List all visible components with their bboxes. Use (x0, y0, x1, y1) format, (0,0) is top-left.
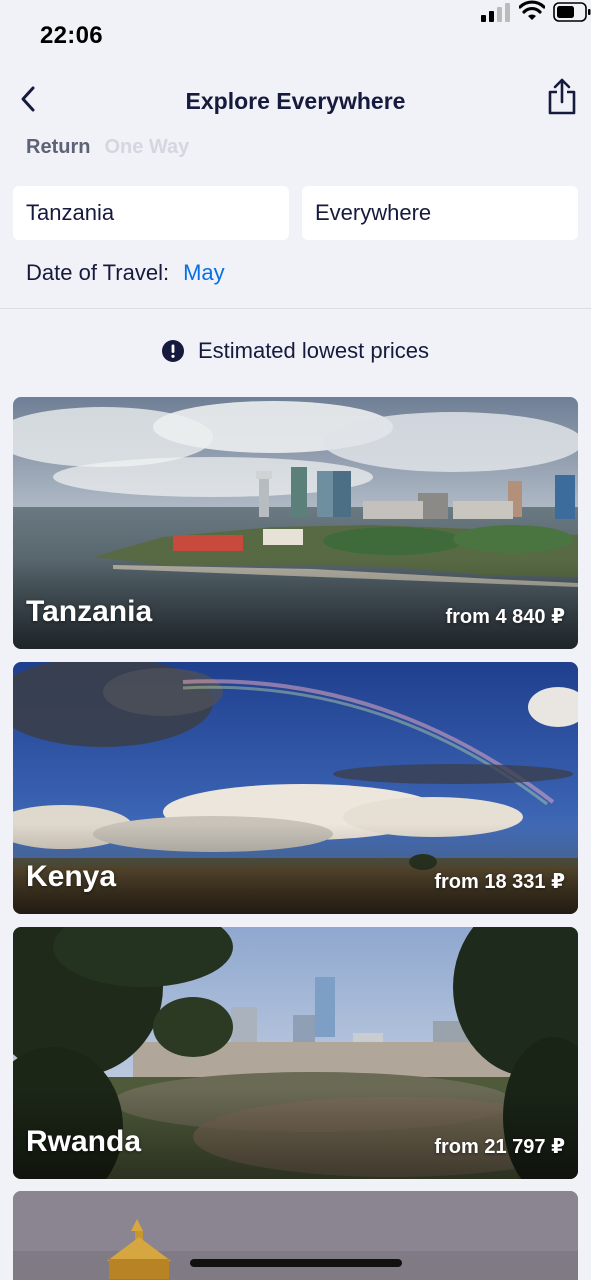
date-of-travel-value[interactable]: May (183, 260, 225, 286)
signal-icon (481, 3, 510, 22)
page-title: Explore Everywhere (185, 88, 406, 114)
trip-type-return[interactable]: Return (26, 136, 90, 164)
destination-price: from 21 797 ₽ (434, 1136, 565, 1158)
price-notice: Estimated lowest prices (0, 338, 591, 364)
divider (0, 308, 591, 309)
info-icon (161, 340, 184, 362)
origin-field[interactable]: Tanzania (13, 186, 289, 240)
share-icon (548, 78, 576, 115)
home-indicator (190, 1259, 402, 1267)
search-row: Tanzania Everywhere (13, 186, 578, 240)
destination-card-rwanda[interactable]: Rwanda from 21 797 ₽ (13, 927, 578, 1179)
destination-price: from 18 331 ₽ (434, 871, 565, 893)
status-time: 22:06 (40, 22, 103, 49)
destination-card-tanzania[interactable]: Tanzania from 4 840 ₽ (13, 397, 578, 649)
destination-name: Rwanda (26, 1125, 142, 1158)
trip-type-one-way[interactable]: One Way (104, 136, 189, 164)
trip-type-toggle: Return One Way (26, 136, 189, 164)
battery-icon (553, 2, 591, 22)
destination-card-kenya[interactable]: Kenya from 18 331 ₽ (13, 662, 578, 914)
destination-price: from 4 840 ₽ (445, 606, 565, 628)
wifi-icon (519, 0, 545, 20)
share-button[interactable] (545, 76, 579, 118)
destination-name: Tanzania (26, 595, 153, 628)
nav-bar: Explore Everywhere (0, 72, 591, 132)
status-bar: 22:06 (0, 0, 591, 72)
date-of-travel: Date of Travel: May (26, 260, 225, 286)
notice-text: Estimated lowest prices (197, 338, 430, 363)
destination-field[interactable]: Everywhere (302, 186, 578, 240)
destination-name: Kenya (26, 860, 117, 893)
date-of-travel-label: Date of Travel: (26, 260, 170, 285)
